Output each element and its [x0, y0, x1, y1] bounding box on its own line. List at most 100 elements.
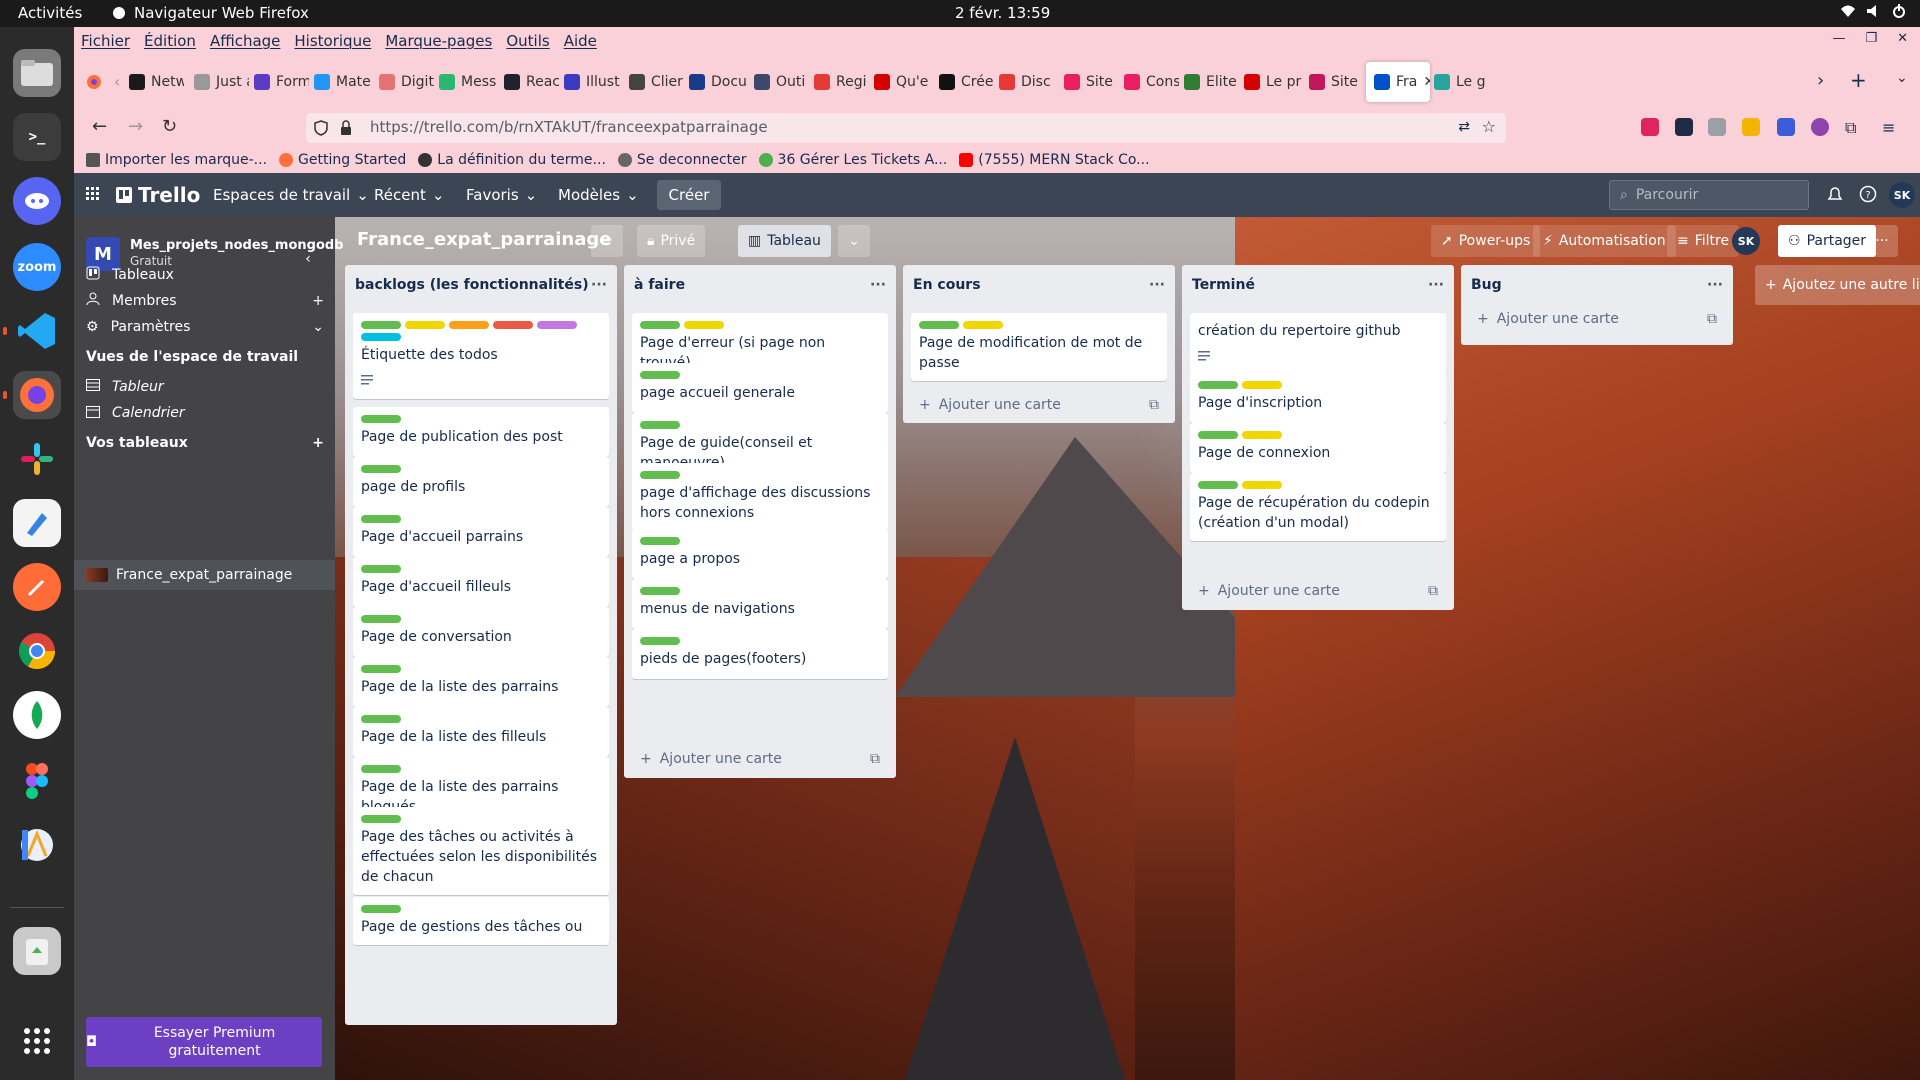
list-title[interactable]: à faire [634, 277, 685, 293]
card-label[interactable] [640, 321, 680, 329]
card-label[interactable] [361, 321, 401, 329]
menu-outils[interactable]: Outils [506, 32, 549, 50]
menu-edition[interactable]: Édition [144, 32, 196, 50]
menu-modeles[interactable]: Modèles ⌄ [558, 186, 639, 204]
board-menu-icon[interactable]: ··· [1866, 225, 1898, 257]
card-label[interactable] [640, 637, 680, 645]
card-label[interactable] [963, 321, 1003, 329]
list-header[interactable]: En cours ··· [903, 265, 1175, 305]
menu-recent[interactable]: Récent ⌄ [374, 186, 444, 204]
add-board-icon[interactable]: + [312, 435, 324, 451]
sidebar-item-tableur[interactable]: Tableur [86, 373, 324, 401]
board-title[interactable]: France_expat_parrainage [357, 229, 611, 250]
bookmark-item[interactable]: 36 Gérer Les Tickets A... [758, 152, 947, 168]
list-title[interactable]: Bug [1471, 277, 1502, 293]
activities-button[interactable]: Activités [18, 4, 82, 22]
card[interactable]: Page de conversation [353, 607, 609, 657]
new-tab-icon[interactable]: + [1850, 68, 1867, 92]
tab[interactable]: Crée [939, 62, 994, 102]
extensions-puzzle-icon[interactable]: ⧉ [1845, 118, 1863, 137]
add-card-button[interactable]: + Ajouter une carte ⧉ [911, 391, 1167, 419]
card[interactable]: Page des tâches ou activités à effectuée… [353, 807, 609, 895]
tab[interactable]: Elite [1184, 62, 1239, 102]
card[interactable]: Page de modification de mot de passe [911, 313, 1167, 381]
firefox-app-icon[interactable] [3, 371, 61, 419]
filter-button[interactable]: ≡ Filtre [1667, 225, 1740, 257]
close-window-icon[interactable]: ✕ [1897, 31, 1908, 46]
app-grid-icon[interactable] [13, 1017, 61, 1065]
tab[interactable]: Digit [379, 62, 434, 102]
reload-icon[interactable]: ↻ [162, 116, 177, 137]
card-label[interactable] [640, 471, 680, 479]
tab[interactable]: Outi [754, 62, 809, 102]
card-label[interactable] [640, 587, 680, 595]
card-label[interactable] [361, 515, 401, 523]
card[interactable]: page d'affichage des discussions hors co… [632, 463, 888, 531]
bookmark-star-icon[interactable]: ☆ [1482, 117, 1496, 136]
card[interactable]: Page de connexion [1190, 423, 1446, 473]
power-ups-button[interactable]: ➚ Power-ups [1431, 225, 1541, 257]
close-tab-icon[interactable]: ✕ [1423, 74, 1430, 90]
card-label[interactable] [361, 415, 401, 423]
system-tray[interactable] [1840, 4, 1906, 18]
card-label[interactable] [1198, 431, 1238, 439]
list-title[interactable]: Terminé [1192, 277, 1255, 293]
list-title[interactable]: backlogs (les fonctionnalités) [355, 277, 589, 293]
url-bar[interactable]: https://trello.com/b/rnXTAkUT/franceexpa… [306, 113, 1506, 143]
card[interactable]: Étiquette des todos [353, 313, 609, 399]
try-premium-button[interactable]: ◘ Essayer Premium gratuitement [86, 1017, 322, 1067]
hamburger-menu-icon[interactable]: ≡ [1882, 118, 1900, 137]
list-header[interactable]: backlogs (les fonctionnalités) ··· [345, 265, 617, 305]
app-switcher-icon[interactable] [86, 187, 100, 201]
tab[interactable]: Illust [564, 62, 624, 102]
card-label[interactable] [361, 565, 401, 573]
view-switcher-chevron-icon[interactable]: ⌄ [838, 225, 870, 257]
trash-app-icon[interactable] [13, 927, 61, 975]
extension-4-icon[interactable] [1811, 118, 1829, 136]
extension-translate-icon[interactable] [1777, 118, 1795, 136]
menu-historique[interactable]: Historique [294, 32, 371, 50]
automation-button[interactable]: ⚡︎ Automatisation [1533, 225, 1676, 257]
tab[interactable]: Cons [1124, 62, 1179, 102]
translate-icon[interactable]: ⇄ [1458, 119, 1470, 135]
mongodb-compass-app-icon[interactable] [13, 691, 61, 739]
back-arrow-icon[interactable]: ← [92, 116, 107, 137]
bookmark-item[interactable]: Se deconnecter [617, 152, 747, 168]
user-avatar[interactable]: SK [1889, 182, 1915, 208]
files-app-icon[interactable] [13, 49, 61, 97]
focused-app-menu[interactable]: Navigateur Web Firefox [112, 4, 309, 22]
tab[interactable]: Qu'e [874, 62, 929, 102]
search-input[interactable]: ⌕ Parcourir [1609, 180, 1809, 210]
android-studio-app-icon[interactable] [13, 821, 61, 869]
add-card-button[interactable]: + Ajouter une carte ⧉ [632, 745, 888, 773]
board-member-avatar[interactable]: SK [1732, 227, 1760, 255]
tabs-scroll-right-icon[interactable]: › [1817, 70, 1824, 91]
tab[interactable]: Disc [999, 62, 1057, 102]
card-label[interactable] [361, 333, 401, 341]
card[interactable]: Page d'accueil parrains [353, 507, 609, 557]
tab[interactable]: Reac [504, 62, 559, 102]
sidebar-item-parametres[interactable]: ⚙ Paramètres ⌄ [86, 313, 324, 341]
card-label[interactable] [361, 665, 401, 673]
tab-active[interactable]: Fra ✕ [1366, 62, 1430, 102]
card-label[interactable] [361, 765, 401, 773]
terminal-app-icon[interactable]: >_ [13, 113, 61, 161]
card-label[interactable] [1242, 381, 1282, 389]
card-label[interactable] [640, 537, 680, 545]
card-label[interactable] [449, 321, 489, 329]
card-label[interactable] [493, 321, 533, 329]
sidebar-board-item[interactable]: France_expat_parrainage [74, 560, 335, 590]
tab[interactable]: Site [1309, 62, 1364, 102]
sidebar-item-tableaux[interactable]: Tableaux [86, 261, 324, 289]
visibility-button[interactable]: 🔒︎ Privé [637, 225, 706, 257]
help-icon[interactable]: ? [1859, 185, 1877, 207]
figma-app-icon[interactable] [13, 757, 61, 805]
firefox-view-icon[interactable] [86, 74, 102, 90]
create-from-template-icon[interactable]: ⧉ [1149, 397, 1159, 413]
add-member-icon[interactable]: + [312, 293, 324, 309]
forward-arrow-icon[interactable]: → [128, 116, 143, 137]
tab[interactable]: Docu [689, 62, 749, 102]
list[interactable]: En cours ··· Page de modification de mot d… [903, 265, 1175, 423]
menu-espaces-de-travail[interactable]: Espaces de travail ⌄ [213, 186, 369, 204]
card-label[interactable] [1198, 481, 1238, 489]
